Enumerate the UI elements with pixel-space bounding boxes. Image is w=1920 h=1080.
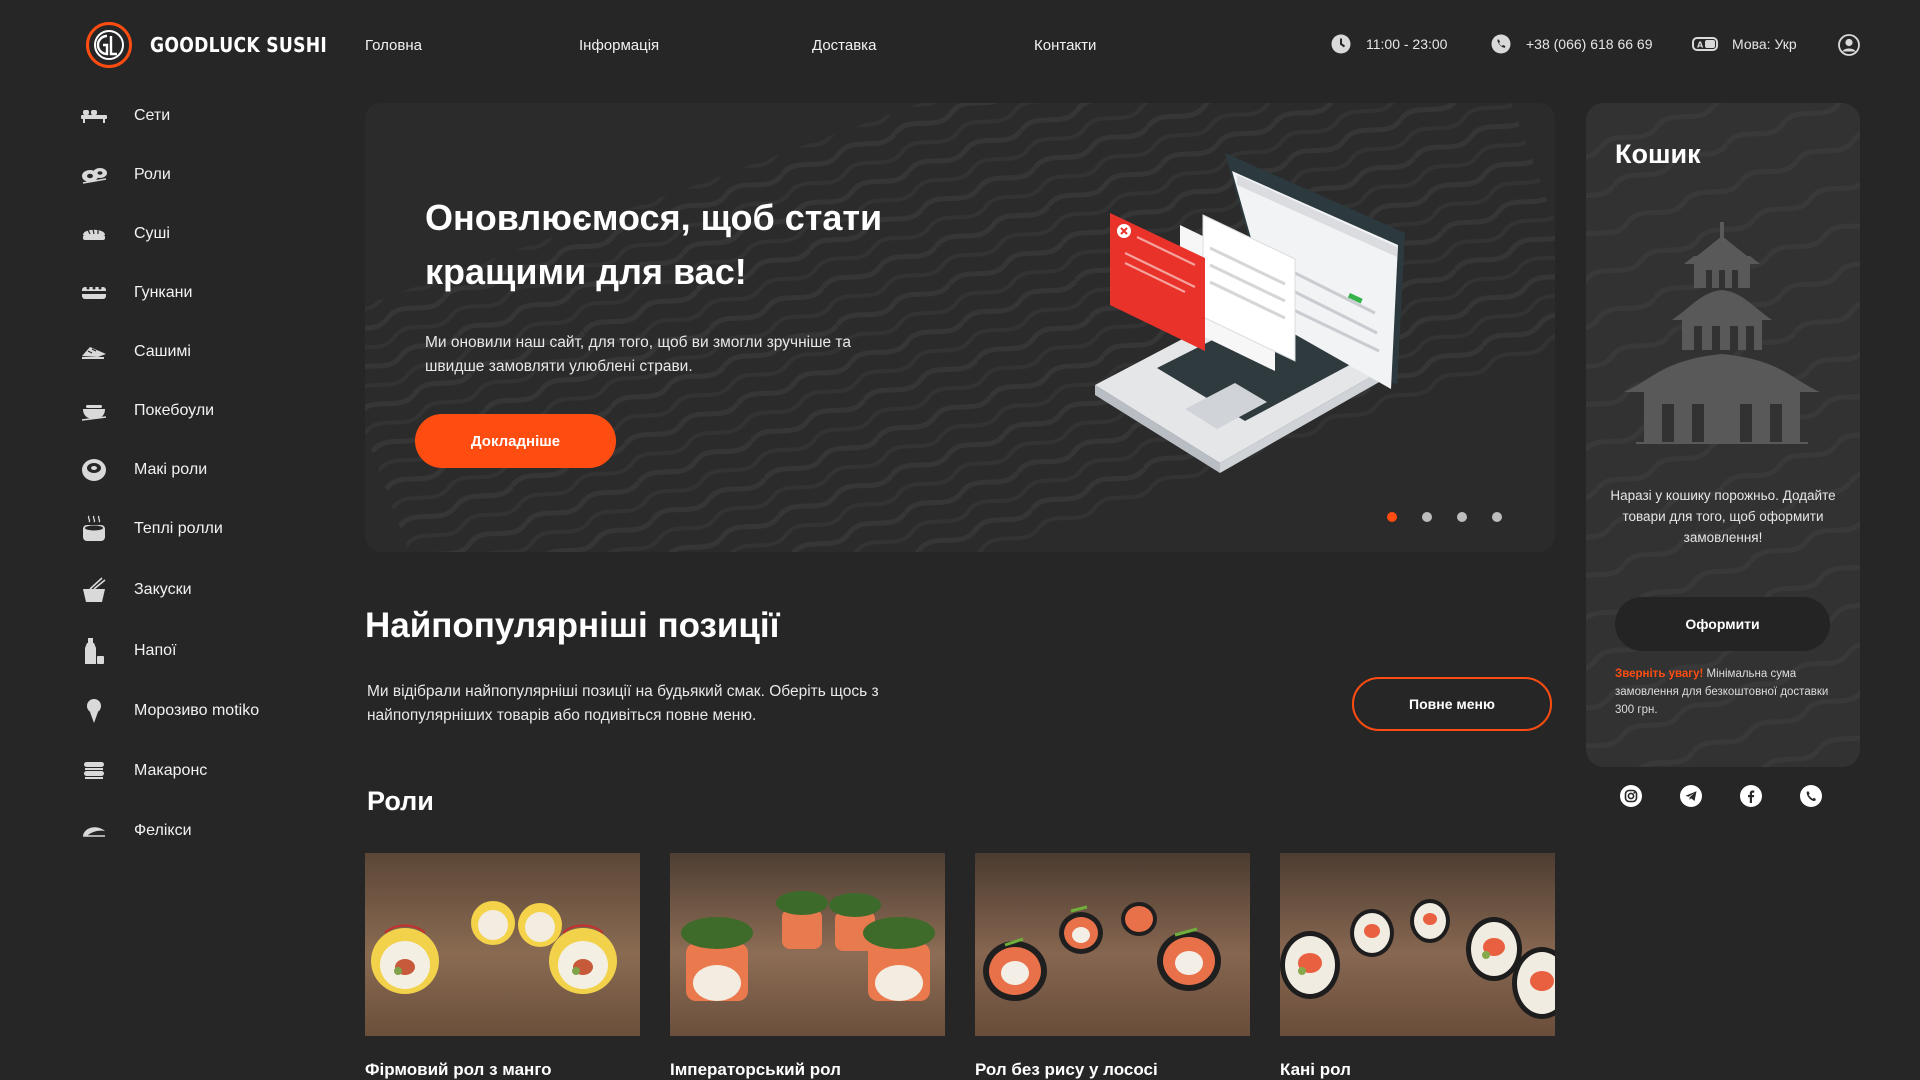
- instagram-icon[interactable]: [1620, 785, 1642, 807]
- popular-description: Ми відібрали найпопулярніші позиції на б…: [367, 683, 879, 724]
- sidebar-item-sashimi[interactable]: Сашимі: [80, 332, 330, 372]
- user-icon[interactable]: [1838, 34, 1860, 56]
- cart-empty-message: Наразі у кошику порожньо. Додайте товари…: [1610, 488, 1836, 545]
- slider-dot[interactable]: [1387, 512, 1397, 522]
- warm-rolls-icon: [80, 514, 114, 544]
- checkout-button[interactable]: Оформити: [1615, 597, 1830, 651]
- product-image: [670, 853, 945, 1036]
- nav-link-contacts[interactable]: Контакти: [1034, 37, 1096, 54]
- product-image: [365, 853, 640, 1036]
- sidebar-item-label: Гункани: [134, 284, 193, 301]
- sashimi-icon: [80, 337, 114, 367]
- slider-dots: [1387, 512, 1502, 522]
- sidebar-item-sushi[interactable]: Суші: [80, 214, 330, 254]
- pagoda-icon: [1624, 222, 1820, 444]
- sidebar-item-label: Роли: [134, 166, 171, 183]
- delivery-note: Зверніть увагу! Мінімальна сума замовлен…: [1615, 665, 1830, 719]
- phone-number: +38 (066) 618 66 69: [1526, 36, 1653, 52]
- laptop-illustration: [1095, 153, 1405, 473]
- viber-icon[interactable]: [1800, 785, 1822, 807]
- product-card[interactable]: Рол без рису у лососі: [975, 853, 1250, 1079]
- brand-name: GOODLUCK SUSHI: [150, 33, 328, 57]
- sidebar-item-label: Покебоули: [134, 402, 215, 419]
- poke-bowl-icon: [80, 396, 114, 426]
- rolls-section-title: Роли: [367, 786, 434, 816]
- popular-title: Найпопулярніші позиції: [365, 606, 780, 645]
- product-image: [975, 853, 1250, 1036]
- sidebar-item-label: Макі роли: [134, 461, 208, 478]
- language-label: Мова: Укр: [1732, 36, 1797, 52]
- telegram-icon[interactable]: [1680, 785, 1702, 807]
- slider-dot[interactable]: [1422, 512, 1432, 522]
- hero-text: Ми оновили наш сайт, для того, щоб ви зм…: [425, 334, 851, 375]
- full-menu-button[interactable]: Повне меню: [1352, 677, 1552, 731]
- sidebar-item-label: Макаронс: [134, 762, 208, 779]
- sidebar-item-label: Суші: [134, 225, 170, 242]
- sidebar-item-snacks[interactable]: Закуски: [80, 570, 330, 610]
- cart-panel: Кошик Наразі у кошику порожньо. Додайте …: [1586, 103, 1860, 767]
- logo[interactable]: GOODLUCK SUSHI: [86, 22, 356, 68]
- sidebar-item-label: Сашимі: [134, 343, 191, 360]
- felix-icon: [80, 816, 114, 846]
- gunkan-icon: [80, 278, 114, 308]
- nav-link-delivery[interactable]: Доставка: [812, 37, 876, 54]
- language-switch[interactable]: A Мова: Укр: [1692, 33, 1797, 55]
- snacks-icon: [80, 575, 114, 605]
- sets-icon: [80, 101, 114, 131]
- drinks-icon: [80, 636, 114, 666]
- slider-dot[interactable]: [1457, 512, 1467, 522]
- sidebar-item-drinks[interactable]: Напої: [80, 631, 330, 671]
- ice-cream-icon: [80, 696, 114, 726]
- cart-title: Кошик: [1615, 139, 1701, 169]
- sidebar-item-ice-cream[interactable]: Морозиво motiko: [80, 691, 330, 731]
- sidebar-item-felix[interactable]: Фелікси: [80, 811, 330, 851]
- phone-info[interactable]: +38 (066) 618 66 69: [1490, 33, 1653, 55]
- sidebar-item-gunkan[interactable]: Гункани: [80, 273, 330, 313]
- product-name: Рол без рису у лососі: [975, 1060, 1158, 1079]
- sidebar-item-label: Морозиво motiko: [134, 702, 260, 719]
- opening-hours: 11:00 - 23:00: [1366, 36, 1448, 52]
- sidebar-item-sets[interactable]: Сети: [80, 96, 330, 136]
- sidebar-item-poke[interactable]: Покебоули: [80, 391, 330, 431]
- facebook-icon[interactable]: [1740, 785, 1762, 807]
- nav-link-info[interactable]: Інформація: [579, 37, 659, 54]
- product-card[interactable]: Імператорський рол: [670, 853, 945, 1079]
- hero-banner: Оновлюємося, щоб стати кращими для вас! …: [365, 103, 1555, 552]
- nav-link-home[interactable]: Головна: [365, 37, 422, 54]
- sidebar-item-rolls[interactable]: Роли: [80, 155, 330, 195]
- logo-icon: [86, 22, 132, 68]
- product-card[interactable]: Кані рол: [1280, 853, 1555, 1079]
- sidebar-item-label: Фелікси: [134, 822, 192, 839]
- language-icon: A: [1692, 33, 1718, 55]
- sidebar-item-warm-rolls[interactable]: Теплі ролли: [80, 509, 330, 549]
- sushi-icon: [80, 219, 114, 249]
- more-details-button[interactable]: Докладніше: [415, 414, 616, 468]
- maki-icon: [80, 455, 114, 485]
- slider-dot[interactable]: [1492, 512, 1502, 522]
- svg-text:A: A: [1697, 41, 1704, 50]
- product-name: Кані рол: [1280, 1060, 1351, 1079]
- product-image: [1280, 853, 1555, 1036]
- clock-icon: [1330, 33, 1352, 55]
- rolls-icon: [80, 160, 114, 190]
- product-name: Фірмовий рол з манго: [365, 1060, 552, 1079]
- sidebar-item-label: Теплі ролли: [134, 520, 223, 537]
- sidebar-item-label: Сети: [134, 107, 171, 124]
- sidebar-item-label: Закуски: [134, 581, 192, 598]
- phone-icon: [1490, 33, 1512, 55]
- header: GOODLUCK SUSHI Головна Інформація Достав…: [0, 0, 1920, 92]
- hours-info: 11:00 - 23:00: [1330, 33, 1447, 55]
- sidebar-item-macarons[interactable]: Макаронс: [80, 751, 330, 791]
- hero-title: Оновлюємося, щоб стати кращими для вас!: [425, 197, 883, 292]
- macarons-icon: [80, 756, 114, 786]
- product-card[interactable]: Фірмовий рол з манго: [365, 853, 640, 1079]
- sidebar-item-maki[interactable]: Макі роли: [80, 450, 330, 490]
- note-attention: Зверніть увагу!: [1615, 668, 1704, 680]
- sidebar-item-label: Напої: [134, 642, 177, 659]
- product-name: Імператорський рол: [670, 1060, 841, 1079]
